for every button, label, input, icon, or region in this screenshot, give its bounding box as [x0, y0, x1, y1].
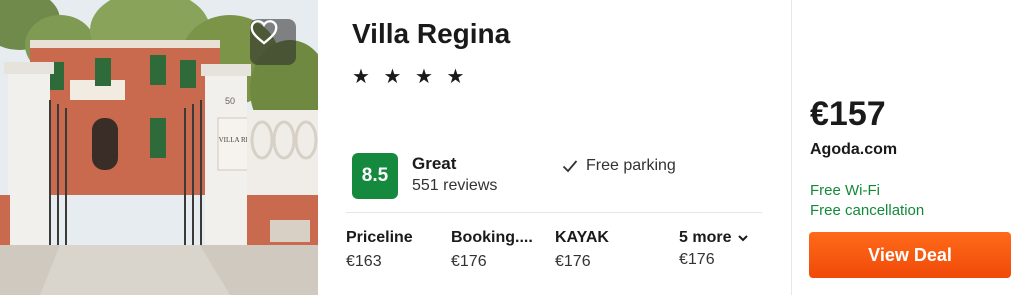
hotel-name[interactable]: Villa Regina: [352, 18, 510, 50]
provider-kayak[interactable]: KAYAK €176: [555, 229, 609, 271]
deal-feature-cancellation: Free cancellation: [810, 202, 925, 219]
provider-price: €176: [555, 253, 591, 270]
rating-score-badge: 8.5: [352, 153, 398, 199]
hotel-result-card: VILLA REGINA 50 Villa Regina ★ ★ ★ ★ 8.5…: [0, 0, 1024, 295]
more-providers-price: €176: [679, 251, 715, 268]
deal-price: €157: [810, 95, 886, 133]
chevron-down-icon: [738, 235, 749, 242]
rating-label: Great: [412, 154, 457, 173]
check-icon: [562, 160, 578, 173]
more-providers-label: 5 more: [679, 229, 732, 246]
amenity-label: Free parking: [586, 157, 676, 174]
provider-price: €176: [451, 253, 487, 270]
divider: [346, 212, 762, 213]
more-providers-toggle[interactable]: 5 more €176: [679, 229, 749, 269]
hotel-photo[interactable]: VILLA REGINA 50: [0, 0, 318, 295]
amenity-free-parking: Free parking: [562, 157, 676, 175]
review-count[interactable]: 551 reviews: [412, 177, 497, 195]
star-rating: ★ ★ ★ ★: [352, 66, 469, 88]
provider-booking[interactable]: Booking.... €176: [451, 229, 533, 271]
provider-price: €163: [346, 253, 382, 270]
save-favorite-button[interactable]: [250, 19, 296, 65]
provider-name: KAYAK: [555, 229, 609, 246]
provider-priceline[interactable]: Priceline €163: [346, 229, 413, 271]
view-deal-button[interactable]: View Deal: [809, 232, 1011, 278]
gate-number: 50: [225, 96, 235, 106]
heart-icon: [250, 20, 278, 45]
deal-feature-wifi: Free Wi-Fi: [810, 182, 880, 199]
provider-name: Booking....: [451, 229, 533, 246]
column-separator: [791, 0, 792, 295]
provider-name: Priceline: [346, 229, 413, 246]
deal-site: Agoda.com: [810, 141, 898, 158]
